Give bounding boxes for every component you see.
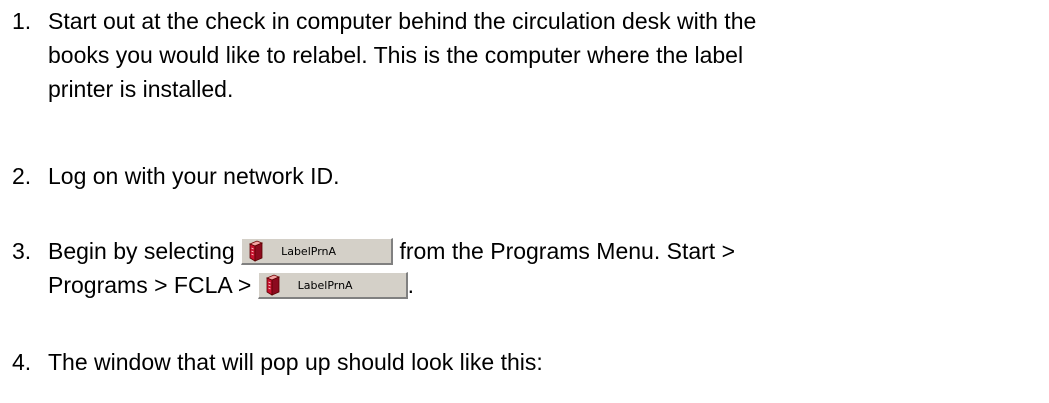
step-text-segment: Programs > FCLA > — [48, 272, 252, 298]
step-text-segment: Begin by selecting — [48, 238, 235, 264]
red-book-icon — [265, 274, 280, 296]
step-number: 3. — [12, 238, 32, 264]
step-text: Start out at the check in computer behin… — [48, 4, 1042, 106]
step-text-segment: . — [407, 272, 415, 298]
program-label: LabelPrnA — [297, 278, 353, 292]
step-line: printer is installed. — [48, 76, 234, 102]
instruction-document: 1. Start out at the check in computer be… — [0, 0, 1049, 403]
step-4: 4. The window that will pop up should lo… — [12, 345, 1042, 379]
program-label: LabelPrnA — [281, 244, 337, 258]
step-text: Log on with your network ID. — [48, 159, 1042, 193]
step-line: Programs > FCLA > LabelPrnA . — [48, 268, 1042, 302]
step-line: Start out at the check in computer behin… — [48, 8, 757, 34]
step-line: The window that will pop up should look … — [48, 349, 543, 375]
step-line: Begin by selecting LabelPrnA from the Pr… — [48, 234, 1042, 268]
step-text-segment: from the Programs Menu. Start > — [399, 238, 736, 264]
red-book-icon — [249, 240, 264, 262]
step-text: Begin by selecting LabelPrnA from the Pr… — [48, 234, 1042, 302]
step-1: 1. Start out at the check in computer be… — [12, 4, 1042, 106]
step-line: Log on with your network ID. — [48, 163, 340, 189]
step-number: 1. — [12, 8, 32, 34]
step-line: books you would like to relabel. This is… — [48, 42, 744, 68]
step-3: 3. Begin by selecting LabelPrnA from the… — [12, 234, 1042, 302]
step-number: 2. — [12, 163, 32, 189]
labelprna-program-button[interactable]: LabelPrnA — [241, 238, 394, 265]
step-text: The window that will pop up should look … — [48, 345, 1042, 379]
step-number: 4. — [12, 349, 32, 375]
step-2: 2. Log on with your network ID. — [12, 159, 1042, 193]
labelprna-program-button[interactable]: LabelPrnA — [257, 272, 408, 299]
